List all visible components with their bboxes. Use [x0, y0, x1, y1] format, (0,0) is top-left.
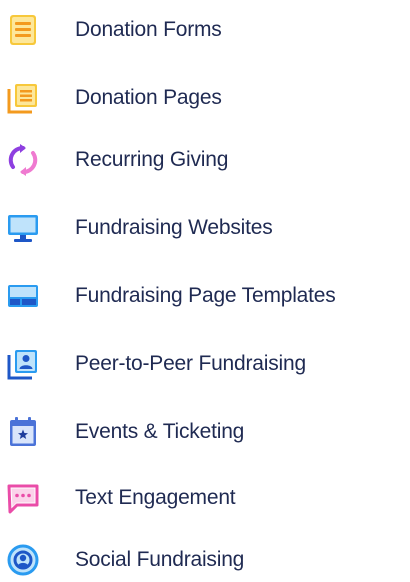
menu-item-label: Peer-to-Peer Fundraising [75, 352, 306, 375]
menu-item-donation-forms[interactable]: Donation Forms [0, 8, 410, 52]
menu-item-label: Social Fundraising [75, 548, 245, 571]
menu-item-text-engagement[interactable]: Text Engagement [0, 476, 410, 520]
menu-item-label: Events & Ticketing [75, 420, 245, 443]
social-icon [6, 543, 40, 577]
menu-item-donation-pages[interactable]: Donation Pages [0, 76, 410, 120]
template-icon [6, 279, 40, 313]
calendar-icon [6, 415, 40, 449]
form-icon [6, 13, 40, 47]
monitor-icon [6, 211, 40, 245]
menu-item-social-fundraising[interactable]: Social Fundraising [0, 538, 410, 582]
menu-item-peer-to-peer-fundraising[interactable]: Peer-to-Peer Fundraising [0, 342, 410, 386]
recurring-icon [6, 143, 40, 177]
menu-item-label: Fundraising Page Templates [75, 284, 336, 307]
menu-item-label: Text Engagement [75, 486, 236, 509]
menu-item-label: Fundraising Websites [75, 216, 273, 239]
menu-item-label: Donation Pages [75, 86, 222, 109]
person-icon [6, 347, 40, 381]
menu-item-label: Recurring Giving [75, 148, 229, 171]
menu-item-recurring-giving[interactable]: Recurring Giving [0, 138, 410, 182]
menu-item-events-ticketing[interactable]: Events & Ticketing [0, 410, 410, 454]
pages-icon [6, 81, 40, 115]
chat-icon [6, 481, 40, 515]
menu-item-fundraising-page-templates[interactable]: Fundraising Page Templates [0, 274, 410, 318]
menu-item-label: Donation Forms [75, 18, 222, 41]
menu-item-fundraising-websites[interactable]: Fundraising Websites [0, 206, 410, 250]
